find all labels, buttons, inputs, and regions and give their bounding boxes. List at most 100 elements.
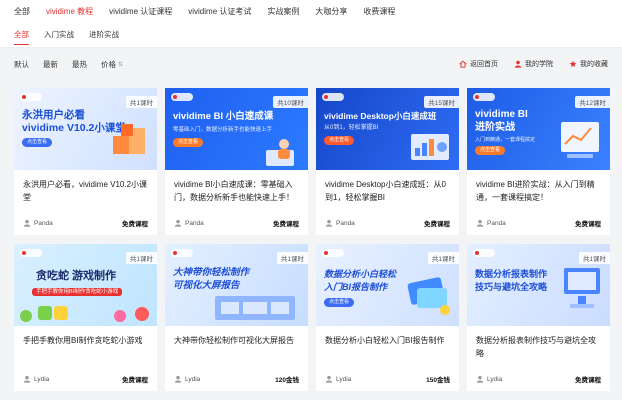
course-title[interactable]: 大神带你轻松制作可视化大屏报告	[165, 326, 308, 364]
blocks-illustration-icon	[113, 124, 145, 154]
course-thumbnail: 共1课时 数据分析报表制作 技巧与避坑全攻略	[467, 244, 610, 326]
course-price: 免费课程	[575, 221, 601, 228]
course-title[interactable]: vividime Desktop小白速成班：从0到1，轻松掌握BI	[316, 170, 459, 208]
sort-price[interactable]: 价格 ⇅	[101, 59, 123, 70]
course-card[interactable]: 共1课时 大神带你轻松制作 可视化大屏报告 大神带你轻松制作可视化大屏报告 Ly…	[165, 244, 308, 391]
course-title[interactable]: vividime BI小白速成课：零基础入门，数据分析新手也能快速上手！	[165, 170, 308, 208]
screen-illustration-icon	[215, 296, 295, 320]
lesson-count-badge: 共15课时	[424, 96, 459, 108]
my-favorites-label: 我的收藏	[580, 61, 608, 68]
thumbnail-view-button: 点击查看	[324, 136, 355, 145]
course-author: Lydia	[487, 375, 503, 383]
snake-illustration-icon	[20, 306, 149, 322]
chart-illustration-icon	[561, 122, 599, 158]
thumbnail-view-button: 点击查看	[324, 298, 355, 307]
thumbnail-headline: vividime BI 小白速成课	[173, 111, 274, 122]
author-icon	[325, 219, 333, 227]
thumbnail-headline: 数据分析小白轻松 入门BI报告制作	[324, 268, 396, 294]
course-price: 免费课程	[273, 221, 299, 228]
top-nav-expert-share[interactable]: 大咖分享	[315, 6, 347, 17]
thumbnail-headline-text: 数据分析小白轻松 入门BI报告制作	[324, 269, 397, 292]
thumbnail-headline: vividime BI 进阶实战	[475, 108, 528, 134]
lesson-count-badge: 共1课时	[125, 252, 157, 264]
course-thumbnail: 共1课时 数据分析小白轻松 入门BI报告制作 点击查看	[316, 244, 459, 326]
top-nav-paid-courses[interactable]: 收费课程	[363, 6, 395, 17]
course-title[interactable]: 永洪用户必看，vividime V10.2小课堂	[14, 170, 157, 208]
sub-nav: 全部 入门实战 进阶实战	[0, 22, 622, 48]
star-icon	[569, 60, 577, 68]
sort-price-label: 价格	[101, 59, 116, 69]
course-meta: Lydia 150金钱	[325, 374, 450, 384]
sort-default[interactable]: 默认	[14, 59, 29, 70]
brand-logo	[20, 93, 42, 101]
course-thumbnail: 共12课时 vividime BI 进阶实战 入门到精通，一套课程搞定 点击查看	[467, 88, 610, 170]
course-card[interactable]: 共1课时 永洪用户必看 vividime V10.2小课堂 点击查看 永洪用户必…	[14, 88, 157, 235]
course-author: Lydia	[34, 375, 50, 383]
course-card[interactable]: 共1课时 数据分析报表制作 技巧与避坑全攻略 数据分析报表制作技巧与避坑全攻略 …	[467, 244, 610, 391]
thumbnail-view-button: 点击查看	[22, 138, 53, 147]
my-school-link[interactable]: 我的学院	[514, 59, 553, 69]
course-thumbnail: 共1课时 大神带你轻松制作 可视化大屏报告	[165, 244, 308, 326]
course-author: Panda	[34, 219, 53, 227]
course-card[interactable]: 共12课时 vividime BI 进阶实战 入门到精通，一套课程搞定 点击查看…	[467, 88, 610, 235]
thumbnail-view-button: 点击查看	[475, 146, 506, 155]
course-meta: Panda 免费课程	[23, 218, 148, 228]
course-title[interactable]: 数据分析报表制作技巧与避坑全攻略	[467, 326, 610, 364]
person-laptop-illustration-icon	[266, 139, 294, 166]
top-nav-all[interactable]: 全部	[14, 6, 30, 17]
course-price: 150金钱	[426, 377, 450, 384]
course-price: 免费课程	[122, 221, 148, 228]
brand-logo	[322, 249, 344, 257]
monitor-illustration-icon	[564, 268, 600, 308]
thumbnail-headline-text: 数据分析报表制作 技巧与避坑全攻略	[475, 269, 548, 292]
course-meta: Panda 免费课程	[174, 218, 299, 228]
sort-hottest[interactable]: 最热	[72, 59, 87, 70]
brand-logo	[171, 93, 193, 101]
top-nav-vividime-tutorial[interactable]: vividime 教程	[46, 6, 93, 17]
author-icon	[174, 375, 182, 383]
sort-arrows-icon: ⇅	[118, 61, 124, 68]
top-nav-cases[interactable]: 实战案例	[267, 6, 299, 17]
course-title[interactable]: 数据分析小白轻松入门BI报告制作	[316, 326, 459, 364]
course-grid: 共1课时 永洪用户必看 vividime V10.2小课堂 点击查看 永洪用户必…	[14, 88, 612, 391]
course-thumbnail: 共1课时 永洪用户必看 vividime V10.2小课堂 点击查看	[14, 88, 157, 170]
course-card[interactable]: 共15课时 vividime Desktop小白速成班 从0到1，轻松掌握BI …	[316, 88, 459, 235]
course-price: 免费课程	[575, 377, 601, 384]
course-thumbnail: 共15课时 vividime Desktop小白速成班 从0到1，轻松掌握BI …	[316, 88, 459, 170]
course-meta: Lydia 120金钱	[174, 374, 299, 384]
course-card[interactable]: 共10课时 vividime BI 小白速成课 零基础入门，数据分析新手也能快速…	[165, 88, 308, 235]
sub-nav-advanced[interactable]: 进阶实战	[89, 29, 119, 40]
course-price: 120金钱	[275, 377, 299, 384]
lesson-count-badge: 共1课时	[276, 252, 308, 264]
thumbnail-headline: 数据分析报表制作 技巧与避坑全攻略	[475, 268, 547, 294]
brand-logo	[171, 249, 193, 257]
course-card[interactable]: 共1课时 数据分析小白轻松 入门BI报告制作 点击查看 数据分析小白轻松入门BI…	[316, 244, 459, 391]
user-icon	[514, 60, 522, 68]
course-thumbnail: 共1课时 贪吃蛇 游戏制作 手把手教你用BI制作贪吃蛇小游戏	[14, 244, 157, 326]
thumbnail-subtitle: 入门到精通，一套课程搞定	[475, 137, 536, 143]
top-nav-certification-exam[interactable]: vividime 认证考试	[188, 6, 251, 17]
my-favorites-link[interactable]: 我的收藏	[569, 59, 608, 69]
author-icon	[23, 375, 31, 383]
author-icon	[174, 219, 182, 227]
card-illustration-icon	[407, 277, 450, 315]
sub-nav-beginner[interactable]: 入门实战	[44, 29, 74, 40]
back-home-link[interactable]: 返回首页	[459, 59, 498, 69]
brand-logo	[322, 93, 344, 101]
course-author: Lydia	[185, 375, 201, 383]
brand-logo	[20, 249, 42, 257]
lesson-count-badge: 共1课时	[125, 96, 157, 108]
course-title[interactable]: 手把手教你用BI制作贪吃蛇小游戏	[14, 326, 157, 364]
sub-nav-all[interactable]: 全部	[14, 29, 29, 45]
thumbnail-headline-text: 大神带你轻松制作 可视化大屏报告	[173, 267, 250, 291]
course-price: 免费课程	[122, 377, 148, 384]
lesson-count-badge: 共12课时	[575, 96, 610, 108]
sort-newest[interactable]: 最新	[43, 59, 58, 70]
course-meta: Lydia 免费课程	[476, 374, 601, 384]
course-price: 免费课程	[424, 221, 450, 228]
course-title[interactable]: vividime BI进阶实战：从入门到精通，一套课程搞定！	[467, 170, 610, 208]
course-card[interactable]: 共1课时 贪吃蛇 游戏制作 手把手教你用BI制作贪吃蛇小游戏 手把手教你用BI制…	[14, 244, 157, 391]
top-nav-certification-course[interactable]: vividime 认证课程	[109, 6, 172, 17]
my-school-label: 我的学院	[525, 61, 553, 68]
brand-logo	[473, 93, 495, 101]
